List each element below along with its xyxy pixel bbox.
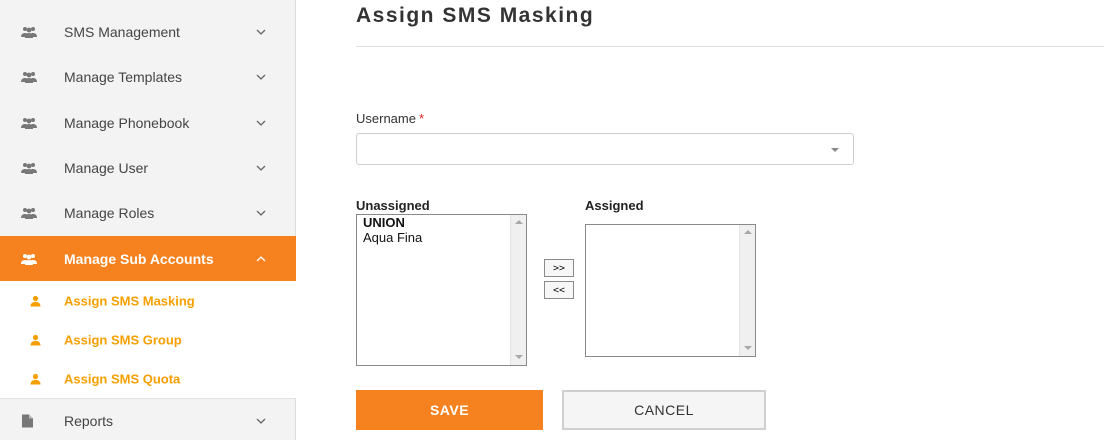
sidebar-item-label: Reports bbox=[64, 412, 114, 429]
file-icon bbox=[22, 414, 33, 427]
chevron-up-icon bbox=[256, 255, 266, 261]
chevron-down-icon bbox=[256, 29, 266, 35]
required-mark: * bbox=[418, 111, 425, 126]
assigned-label: Assigned bbox=[585, 198, 644, 213]
sidebar-subitem-assign-sms-quota[interactable]: Assign SMS Quota bbox=[0, 359, 296, 399]
move-right-button[interactable]: >> bbox=[544, 259, 574, 277]
chevron-down-icon bbox=[256, 74, 266, 80]
sidebar-subitem-assign-sms-group[interactable]: Assign SMS Group bbox=[0, 320, 296, 360]
users-icon bbox=[21, 117, 37, 129]
unassigned-option[interactable]: UNION bbox=[357, 215, 526, 230]
assigned-listbox[interactable] bbox=[585, 224, 756, 357]
username-select[interactable] bbox=[356, 133, 854, 165]
scroll-up-icon[interactable] bbox=[744, 230, 752, 234]
sidebar-item-label: Manage User bbox=[64, 159, 149, 176]
sidebar-item-sms-management[interactable]: SMS Management bbox=[0, 9, 296, 54]
chevron-down-icon bbox=[256, 120, 266, 126]
users-icon bbox=[21, 26, 37, 38]
sidebar-item-reports[interactable]: Reports bbox=[0, 398, 296, 440]
sidebar-item-label: Manage Phonebook bbox=[64, 114, 190, 131]
sidebar-item-label: SMS Management bbox=[64, 23, 180, 40]
sidebar-subitem-assign-sms-masking[interactable]: Assign SMS Masking bbox=[0, 281, 296, 321]
move-left-button[interactable]: << bbox=[544, 281, 574, 299]
page-title: Assign SMS Masking bbox=[356, 4, 595, 27]
chevron-down-icon bbox=[256, 165, 266, 171]
sidebar-item-manage-sub-accounts[interactable]: Manage Sub Accounts bbox=[0, 236, 296, 281]
sidebar-item-manage-user[interactable]: Manage User bbox=[0, 145, 296, 190]
username-label: Username * bbox=[356, 111, 424, 126]
users-icon bbox=[21, 162, 37, 174]
scroll-down-icon[interactable] bbox=[744, 346, 752, 350]
user-icon bbox=[30, 295, 41, 306]
save-button[interactable]: SAVE bbox=[356, 390, 543, 430]
sidebar-item-label: Manage Sub Accounts bbox=[64, 250, 214, 267]
unassigned-label: Unassigned bbox=[356, 198, 430, 213]
cancel-button[interactable]: CANCEL bbox=[562, 390, 766, 430]
sidebar-subitem-label: Assign SMS Quota bbox=[64, 371, 181, 386]
unassigned-scrollbar[interactable] bbox=[510, 215, 526, 365]
caret-down-icon bbox=[831, 148, 839, 152]
chevron-down-icon bbox=[256, 210, 266, 216]
sidebar-subitem-label: Assign SMS Group bbox=[64, 332, 182, 347]
sidebar-item-label: Manage Roles bbox=[64, 204, 155, 221]
assigned-scrollbar[interactable] bbox=[739, 225, 755, 356]
sidebar-item-manage-templates[interactable]: Manage Templates bbox=[0, 54, 296, 99]
unassigned-listbox[interactable]: UNION Aqua Fina bbox=[356, 214, 527, 366]
username-label-text: Username bbox=[356, 111, 416, 126]
scroll-up-icon[interactable] bbox=[515, 220, 523, 224]
title-divider bbox=[356, 46, 1104, 47]
user-icon bbox=[30, 373, 41, 384]
chevron-down-icon bbox=[256, 418, 266, 424]
scroll-down-icon[interactable] bbox=[515, 355, 523, 359]
unassigned-option[interactable]: Aqua Fina bbox=[357, 230, 526, 245]
sidebar-item-label: Manage Templates bbox=[64, 68, 183, 85]
sidebar-item-manage-phonebook[interactable]: Manage Phonebook bbox=[0, 100, 296, 145]
sidebar-item-manage-roles[interactable]: Manage Roles bbox=[0, 190, 296, 235]
users-icon bbox=[21, 207, 37, 219]
sidebar-subitem-label: Assign SMS Masking bbox=[64, 293, 195, 308]
users-icon bbox=[21, 253, 37, 265]
users-icon bbox=[21, 71, 37, 83]
user-icon bbox=[30, 334, 41, 345]
sidebar: SMS Management Manage Templates Manage P… bbox=[0, 0, 296, 440]
